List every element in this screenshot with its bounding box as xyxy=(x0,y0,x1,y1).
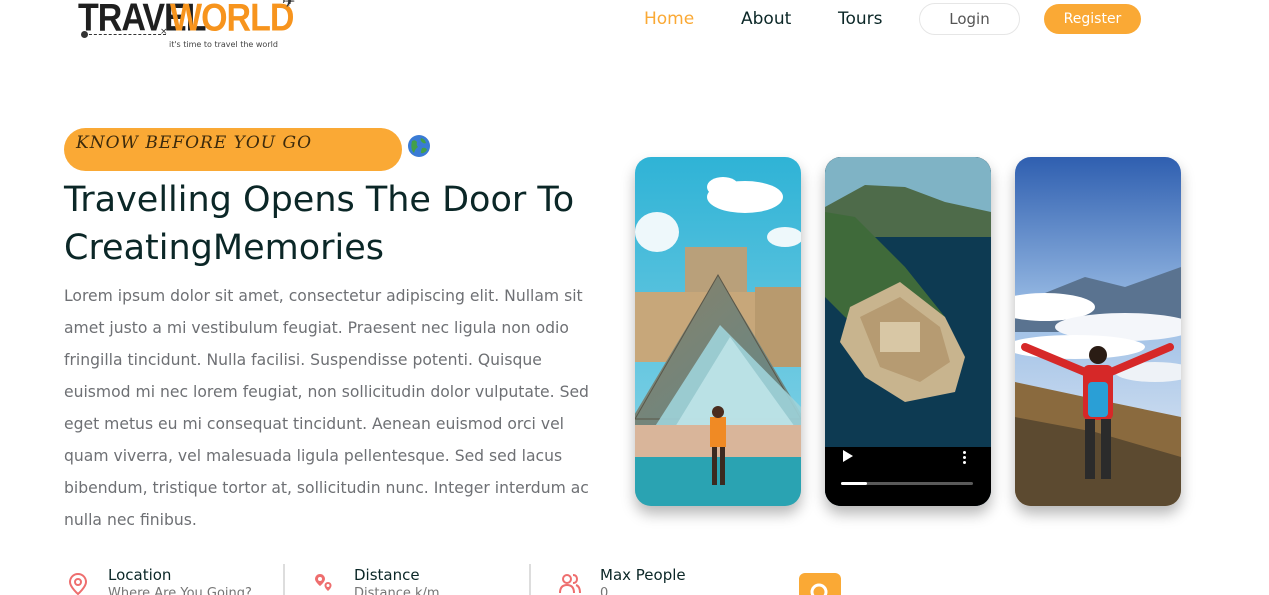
nav-home[interactable]: Home xyxy=(644,9,694,29)
hero-video[interactable] xyxy=(825,157,991,506)
search-icon xyxy=(810,583,828,595)
hero-image-hiker xyxy=(1015,157,1181,506)
register-button[interactable]: Register xyxy=(1044,4,1141,34)
search-divider xyxy=(529,564,531,595)
max-people-input[interactable] xyxy=(600,586,770,595)
route-pin-icon xyxy=(315,574,332,591)
hero-description: Lorem ipsum dolor sit amet, consectetur … xyxy=(64,287,589,529)
video-progress-bar[interactable] xyxy=(841,482,973,485)
more-options-icon[interactable] xyxy=(963,451,967,466)
search-button[interactable] xyxy=(799,573,841,595)
nav-tours[interactable]: Tours xyxy=(838,9,883,29)
play-icon[interactable] xyxy=(843,450,853,462)
hero-title: Travelling Opens The Door To CreatingMem… xyxy=(64,180,575,268)
people-icon xyxy=(559,574,581,594)
search-bar: Location Distance Max People xyxy=(60,562,860,595)
nav-about[interactable]: About xyxy=(741,9,791,29)
map-pin-icon xyxy=(68,572,88,595)
hero-image-louvre xyxy=(635,157,801,506)
distance-input[interactable] xyxy=(354,586,524,595)
max-people-label: Max People xyxy=(600,566,686,584)
logo-tagline: it's time to travel the world xyxy=(169,40,278,49)
hero-subtitle: Know Before You Go xyxy=(64,128,402,171)
login-button[interactable]: Login xyxy=(919,3,1020,35)
globe-icon xyxy=(408,135,430,157)
search-divider xyxy=(283,564,285,595)
location-input[interactable] xyxy=(108,586,278,595)
video-progress-fill xyxy=(841,482,868,485)
location-label: Location xyxy=(108,566,172,584)
distance-label: Distance xyxy=(354,566,420,584)
